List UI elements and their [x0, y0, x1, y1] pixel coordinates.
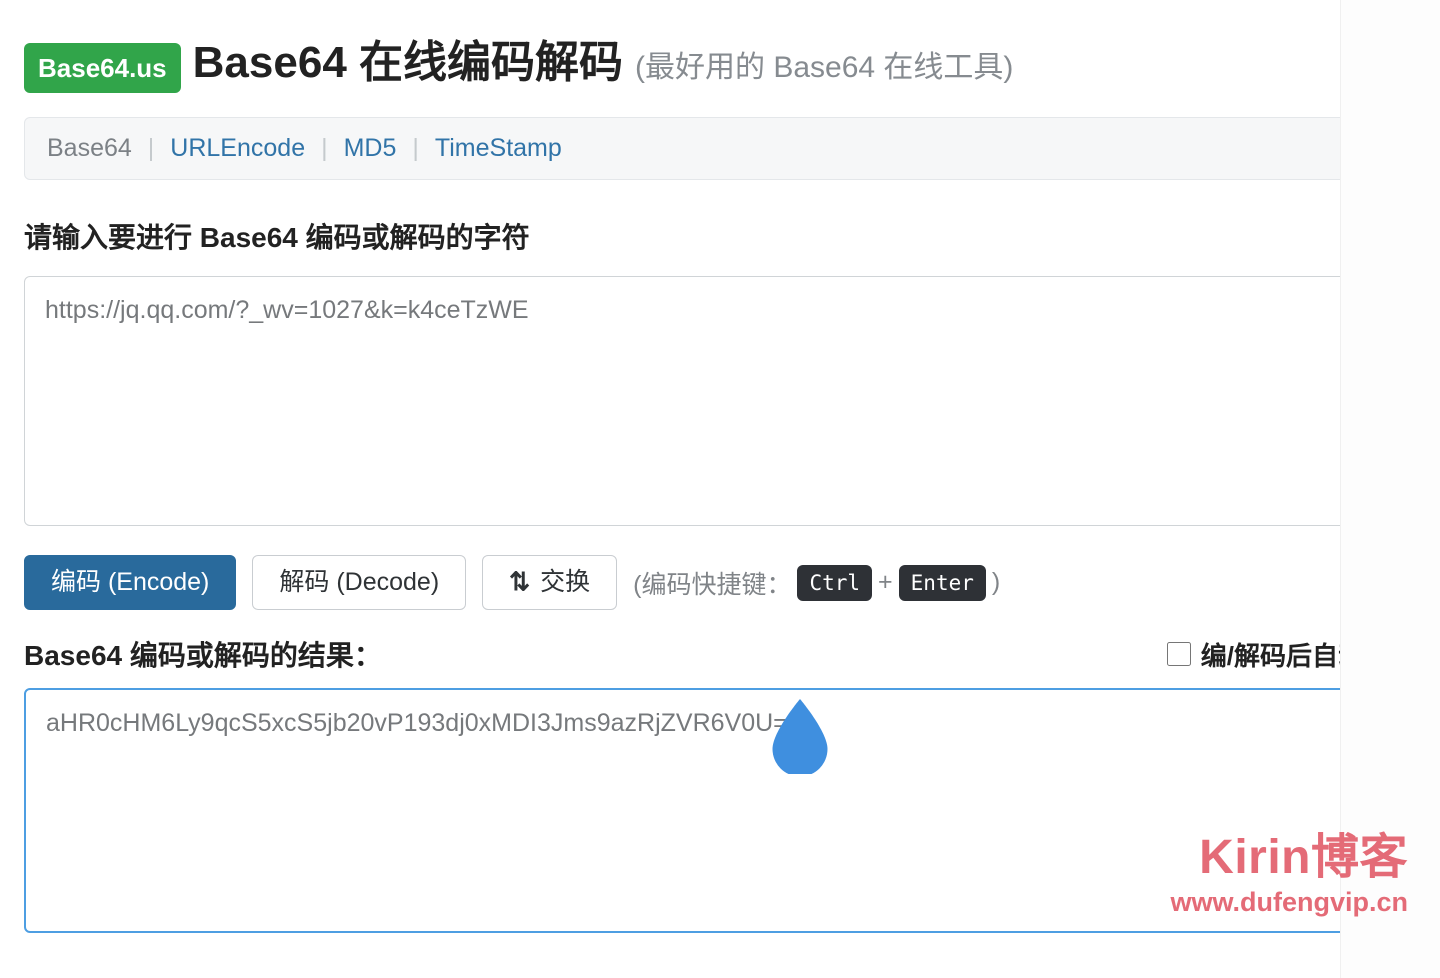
shortcut-key-enter: Enter: [899, 565, 986, 601]
output-label-row: Base64 编码或解码的结果： 编/解码后自动全选: [24, 634, 1416, 674]
action-row: 编码 (Encode) 解码 (Decode) ⇅ 交换 (编码快捷键： Ctr…: [24, 555, 1416, 610]
auto-select-checkbox[interactable]: [1167, 642, 1191, 666]
page-title: Base64 在线编码解码: [193, 26, 623, 90]
input-textarea[interactable]: [24, 276, 1416, 526]
sidebar-rail: [1340, 0, 1440, 978]
input-label: 请输入要进行 Base64 编码或解码的字符: [24, 216, 1416, 256]
swap-button-label: 交换: [540, 570, 590, 595]
tab-separator: |: [311, 134, 338, 163]
tab-base64[interactable]: Base64: [47, 134, 132, 163]
encode-button[interactable]: 编码 (Encode): [24, 555, 236, 610]
swap-icon: ⇅: [509, 570, 530, 595]
shortcut-plus: +: [878, 568, 893, 597]
output-textarea[interactable]: [24, 688, 1416, 933]
tab-separator: |: [402, 134, 429, 163]
tab-urlencode[interactable]: URLEncode: [170, 134, 305, 163]
site-badge: Base64.us: [24, 43, 181, 93]
water-drop-icon: [760, 694, 840, 774]
decode-button[interactable]: 解码 (Decode): [252, 555, 466, 610]
tab-separator: |: [138, 134, 165, 163]
swap-button[interactable]: ⇅ 交换: [482, 555, 617, 610]
output-label: Base64 编码或解码的结果：: [24, 634, 382, 674]
tab-md5[interactable]: MD5: [344, 134, 397, 163]
shortcut-key-ctrl: Ctrl: [797, 565, 872, 601]
tab-timestamp[interactable]: TimeStamp: [435, 134, 562, 163]
shortcut-hint: (编码快捷键： Ctrl + Enter ): [633, 565, 1000, 601]
shortcut-suffix: ): [992, 568, 1000, 597]
shortcut-prefix: (编码快捷键：: [633, 565, 791, 601]
tool-tabs: Base64 | URLEncode | MD5 | TimeStamp: [24, 117, 1416, 180]
page-header: Base64.us Base64 在线编码解码 (最好用的 Base64 在线工…: [24, 26, 1416, 93]
page-subtitle: (最好用的 Base64 在线工具): [635, 42, 1013, 86]
